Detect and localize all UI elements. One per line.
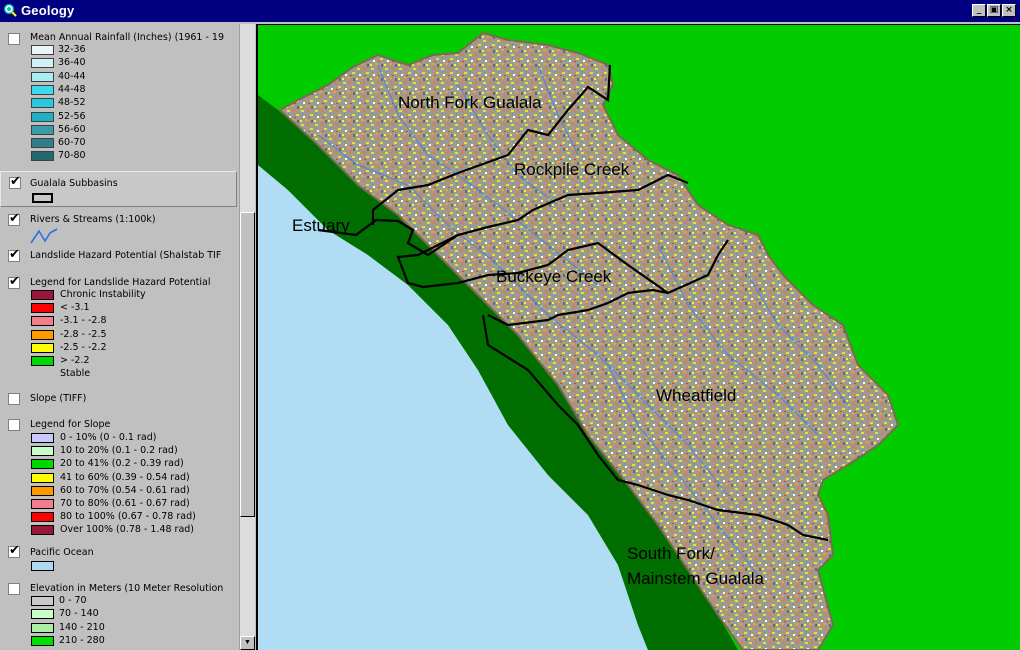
- layer-name-slope-tiff[interactable]: Slope (TIFF): [30, 393, 86, 404]
- landslide-legend-label: Chronic Instability: [60, 289, 146, 300]
- slope-legend-label: 20 to 41% (0.2 - 0.39 rad): [60, 458, 184, 470]
- scroll-down-button[interactable]: ▼: [240, 636, 255, 650]
- rainfall-legend-label: 60-70: [58, 137, 86, 149]
- elevation-legend-swatch: [31, 609, 54, 620]
- rainfall-legend-label: 48-52: [58, 97, 86, 109]
- slope-legend-swatch: [31, 433, 54, 443]
- landslide-legend-label: -2.5 - -2.2: [60, 341, 107, 353]
- landslide-legend-label: < -3.1: [60, 302, 90, 314]
- layer-checkbox-slope-legend[interactable]: [8, 419, 20, 431]
- table-of-contents: Mean Annual Rainfall (Inches) (1961 - 19…: [0, 24, 239, 650]
- layer-name-rainfall[interactable]: Mean Annual Rainfall (Inches) (1961 - 19: [30, 32, 224, 43]
- landslide-legend-swatch: [31, 290, 54, 300]
- slope-legend-swatch: [31, 512, 54, 523]
- label-mainstem: Mainstem Gualala: [627, 569, 765, 588]
- map-canvas[interactable]: North Fork Gualala Rockpile Creek Estuar…: [258, 25, 1020, 650]
- subbasin-polygon-symbol: [32, 193, 53, 203]
- slope-legend-swatch: [31, 472, 54, 483]
- rainfall-legend-label: 52-56: [58, 110, 86, 122]
- elevation-legend-label: 0 - 70: [59, 595, 87, 606]
- minimize-button[interactable]: _: [972, 4, 986, 17]
- slope-legend-label: 80 to 100% (0.67 - 0.78 rad): [60, 511, 196, 523]
- landslide-legend-swatch: [31, 342, 54, 353]
- label-north-fork: North Fork Gualala: [398, 93, 542, 112]
- toc-scrollbar[interactable]: ▼: [239, 24, 255, 650]
- landslide-legend-swatch: [31, 329, 54, 340]
- rainfall-legend-swatch: [31, 71, 54, 82]
- rainfall-legend-swatch: [31, 111, 54, 122]
- layer-checkbox-ocean[interactable]: [8, 543, 20, 558]
- layer-name-subbasins: Gualala Subbasins: [30, 178, 118, 189]
- slope-legend-swatch: [31, 485, 54, 496]
- layer-checkbox-elevation[interactable]: [8, 583, 20, 595]
- layer-checkbox-landslide-tif[interactable]: [8, 247, 20, 262]
- rainfall-legend-swatch: [31, 84, 54, 95]
- slope-legend-label: 70 to 80% (0.61 - 0.67 rad): [60, 498, 190, 509]
- slope-legend-swatch: [31, 525, 54, 536]
- slope-legend-label: 41 to 60% (0.39 - 0.54 rad): [60, 471, 190, 483]
- layer-name-rivers[interactable]: Rivers & Streams (1:100k): [30, 214, 156, 225]
- label-south-fork: South Fork/: [627, 544, 715, 563]
- slope-legend-label: 10 to 20% (0.1 - 0.2 rad): [60, 445, 178, 457]
- slope-legend-label: 60 to 70% (0.54 - 0.61 rad): [60, 484, 190, 496]
- elevation-legend-swatch: [31, 596, 54, 606]
- rainfall-legend-swatch: [31, 98, 54, 109]
- rainfall-legend-label: 56-60: [58, 123, 86, 135]
- label-estuary: Estuary: [292, 216, 350, 235]
- river-line-icon: [30, 228, 58, 244]
- landslide-legend-label: Stable: [60, 368, 91, 380]
- geology-window: Geology _ ▣ × Mean Annual Rainfall (Inch…: [0, 0, 1020, 650]
- landslide-legend-swatch: [31, 316, 54, 327]
- rainfall-legend-swatch: [31, 58, 54, 69]
- label-rockpile: Rockpile Creek: [514, 160, 630, 179]
- scroll-thumb[interactable]: [240, 212, 255, 517]
- title-bar[interactable]: Geology _ ▣ ×: [0, 0, 1020, 22]
- slope-legend-swatch: [31, 459, 54, 470]
- landslide-legend-label: > -2.2: [60, 355, 90, 366]
- ocean-symbol: [31, 561, 54, 571]
- layer-checkbox-landslide-legend[interactable]: [8, 274, 20, 289]
- slope-legend-label: Over 100% (0.78 - 1.48 rad): [60, 524, 195, 536]
- layer-checkbox-rainfall[interactable]: [8, 33, 20, 45]
- layer-name-slope-legend[interactable]: Legend for Slope: [30, 419, 110, 430]
- landslide-legend-swatch: [31, 303, 54, 314]
- elevation-legend-label: 70 - 140: [59, 608, 99, 620]
- restore-button[interactable]: ▣: [987, 4, 1001, 17]
- layer-checkbox-rivers[interactable]: [8, 211, 20, 226]
- slope-legend-swatch: [31, 446, 54, 457]
- slope-legend-label: 0 - 10% (0 - 0.1 rad): [60, 432, 157, 443]
- rainfall-legend-label: 40-44: [58, 70, 86, 82]
- slope-legend-swatch: [31, 499, 54, 509]
- layer-subbasins[interactable]: Gualala Subbasins: [0, 171, 237, 207]
- elevation-legend-swatch: [31, 622, 54, 633]
- elevation-legend-label: 210 - 280: [59, 634, 105, 646]
- rainfall-legend-swatch: [31, 138, 54, 149]
- rainfall-legend-swatch: [31, 124, 54, 135]
- layer-checkbox-subbasins[interactable]: [9, 174, 21, 189]
- rainfall-legend-label: 36-40: [58, 57, 86, 69]
- rainfall-legend-label: 32-36: [58, 44, 86, 55]
- layer-name-landslide-legend[interactable]: Legend for Landslide Hazard Potential: [30, 277, 210, 288]
- layer-name-landslide-tif[interactable]: Landslide Hazard Potential (Shalstab TIF: [30, 250, 221, 261]
- landslide-legend-label: -3.1 - -2.8: [60, 315, 107, 327]
- rainfall-legend-label: 70-80: [58, 150, 86, 162]
- close-button[interactable]: ×: [1002, 4, 1016, 17]
- layer-name-ocean[interactable]: Pacific Ocean: [30, 547, 94, 558]
- layer-name-elevation[interactable]: Elevation in Meters (10 Meter Resolution: [30, 583, 223, 594]
- window-title: Geology: [21, 3, 75, 18]
- view-icon: [3, 3, 17, 17]
- landslide-legend-swatch: [31, 356, 54, 366]
- rainfall-legend-swatch: [31, 151, 54, 162]
- landslide-legend-label: -2.8 - -2.5: [60, 328, 107, 340]
- rainfall-legend-label: 44-48: [58, 83, 86, 95]
- map-display[interactable]: North Fork Gualala Rockpile Creek Estuar…: [256, 24, 1020, 650]
- rainfall-legend-swatch: [31, 45, 54, 55]
- elevation-legend-label: 140 - 210: [59, 621, 105, 633]
- label-wheatfield: Wheatfield: [656, 386, 736, 405]
- elevation-legend-swatch: [31, 635, 54, 646]
- layer-checkbox-slope-tiff[interactable]: [8, 393, 20, 405]
- label-buckeye: Buckeye Creek: [496, 267, 612, 286]
